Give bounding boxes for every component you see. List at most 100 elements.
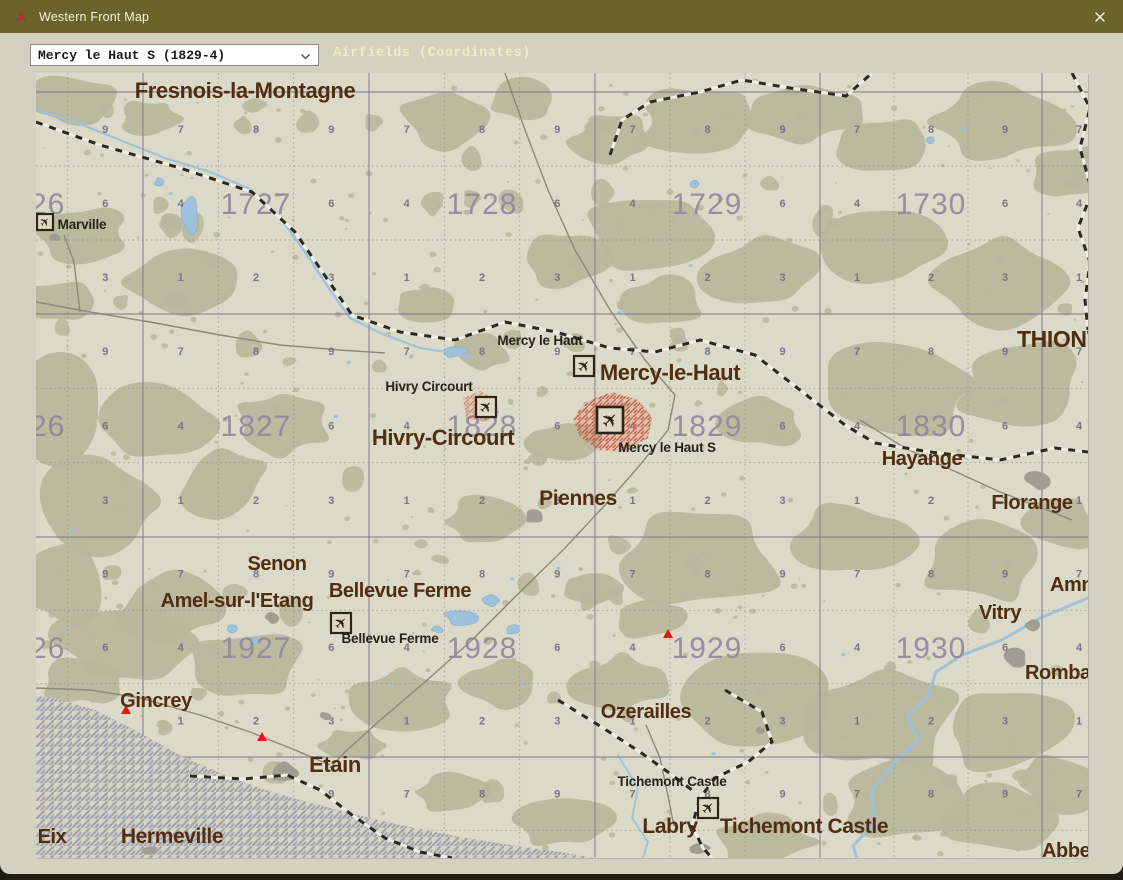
airfield-label: Mercy le Haut S [618,440,716,455]
grid-subdigit: 1 [178,495,184,507]
grid-subdigit: 2 [704,272,710,284]
grid-cell-label: 1927 [221,632,292,665]
grid-cell-label: 1729 [672,188,743,221]
close-button[interactable] [1077,0,1123,33]
grid-subdigit: 6 [779,642,785,654]
grid-subdigit: 6 [328,421,334,433]
grid-subdigit: 4 [178,421,185,433]
airfield-label: Tichemont Castle [617,774,727,789]
grid-subdigit: 9 [1002,569,1008,581]
map-svg: 8 9 6 2 3 8 9 6 2 3 8 9 6 2 3 8 9 7 8 9 4 6 1 2 3 7 8 9 4 6 1 2 3 7 8 9 4 6 1 2… [36,73,1088,858]
grid-subdigit: 8 [704,346,710,358]
town-label: Abbeville [1042,840,1088,858]
title-bar[interactable]: Western Front Map [0,0,1123,33]
grid-subdigit: 4 [854,642,861,654]
town-label: Vitry [979,602,1022,624]
grid-subdigit: 6 [328,198,334,210]
grid-subdigit: 3 [554,272,560,284]
grid-subdigit: 4 [1076,421,1083,433]
grid-subdigit: 1 [178,715,184,727]
grid-subdigit: 6 [779,421,785,433]
grid-cell-label: 1829 [672,410,743,443]
grid-subdigit: 4 [404,198,411,210]
map-canvas[interactable]: 8 9 6 2 3 8 9 6 2 3 8 9 6 2 3 8 9 7 8 9 4 6 1 2 3 7 8 9 4 6 1 2 3 7 8 9 4 6 1 2… [36,73,1088,858]
grid-subdigit: 3 [554,715,560,727]
grid-subdigit: 4 [178,642,185,654]
grid-subdigit: 2 [479,715,485,727]
grid-subdigit: 2 [253,715,259,727]
grid-subdigit: 3 [779,715,785,727]
grid-subdigit: 2 [479,495,485,507]
grid-subdigit: 8 [928,569,934,581]
airfield-label: Hivry Circourt [385,379,473,394]
grid-subdigit: 7 [854,124,860,136]
grid-subdigit: 3 [102,272,108,284]
grid-subdigit: 8 [479,346,485,358]
grid-subdigit: 8 [479,124,485,136]
grid-subdigit: 2 [704,495,710,507]
grid-subdigit: 6 [554,198,560,210]
grid-subdigit: 2 [704,715,710,727]
grid-subdigit: 9 [779,346,785,358]
town-label: Bellevue Ferme [329,580,472,602]
town-label: Mercy-le-Haut [600,360,741,385]
grid-subdigit: 1 [1076,495,1082,507]
grid-subdigit: 8 [704,569,710,581]
airfield-label: Bellevue Ferme [342,631,440,646]
grid-subdigit: 7 [404,346,410,358]
grid-subdigit: 7 [178,124,184,136]
grid-cell-label: 1730 [896,188,967,221]
grid-subdigit: 7 [1076,124,1082,136]
town-label: Labry [642,815,698,838]
grid-subdigit: 4 [854,198,861,210]
grid-subdigit: 9 [328,569,334,581]
app-icon [15,10,27,22]
grid-cell-label: 1930 [896,632,967,665]
grid-subdigit: 1 [404,272,410,284]
window-title: Western Front Map [39,9,150,24]
grid-subdigit: 1 [404,715,410,727]
map-window: Western Front Map Mercy le Haut S (1829-… [0,0,1123,874]
town-label: Fresnois-la-Montagne [135,78,356,103]
grid-cell-label: 1928 [447,632,518,665]
grid-subdigit: 7 [404,124,410,136]
grid-subdigit: 9 [102,569,108,581]
town-label: THIONVILLE [1017,326,1088,352]
grid-subdigit: 3 [1002,272,1008,284]
town-label: Ozerailles [601,701,692,723]
grid-subdigit: 9 [328,124,334,136]
airfield-icon[interactable]: ✈ [36,212,55,232]
grid-subdigit: 8 [253,346,259,358]
town-label: Florange [991,492,1073,514]
grid-subdigit: 9 [554,569,560,581]
airfield-select-value: Mercy le Haut S (1829-4) [38,47,226,63]
airfield-icon[interactable]: ✈ [475,396,498,419]
grid-subdigit: 2 [253,495,259,507]
grid-subdigit: 7 [629,569,635,581]
grid-subdigit: 9 [1002,124,1008,136]
grid-subdigit: 9 [554,789,560,801]
grid-subdigit: 9 [779,124,785,136]
airfield-select[interactable]: Mercy le Haut S (1829-4) [30,44,319,66]
town-label: Hermeville [121,825,223,848]
grid-cell-label: 1727 [221,188,292,221]
chevron-down-icon [300,53,311,60]
airfield-icon[interactable]: ✈ [596,406,625,435]
grid-subdigit: 9 [1002,789,1008,801]
grid-subdigit: 1 [1076,715,1082,727]
grid-subdigit: 7 [178,346,184,358]
grid-cell-label: 1926 [36,632,65,665]
grid-subdigit: 7 [178,569,184,581]
grid-subdigit: 7 [629,346,635,358]
grid-subdigit: 7 [854,569,860,581]
airfield-icon[interactable]: ✈ [697,797,720,820]
town-label: Gincrey [120,690,193,712]
grid-subdigit: 2 [928,495,934,507]
airfield-icon[interactable]: ✈ [573,355,596,378]
town-label: Tichemont Castle [720,815,888,838]
town-label: Piennes [539,487,617,510]
grid-subdigit: 6 [102,642,108,654]
grid-subdigit: 6 [554,421,560,433]
grid-subdigit: 2 [479,272,485,284]
grid-subdigit: 6 [1002,198,1008,210]
